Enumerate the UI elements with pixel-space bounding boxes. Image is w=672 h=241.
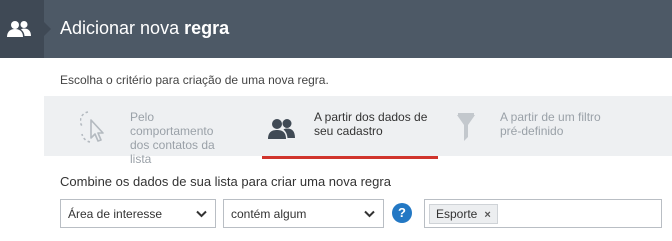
values-tag-input[interactable]: Esporte × [424,199,662,228]
tab-predefined-filter-label: A partir de um filtro pré-definido [500,110,601,138]
active-tab-indicator [262,156,438,159]
filter-icon [457,113,475,141]
page-title: Adicionar nova regra [60,18,229,39]
tag-label: Esporte [436,207,478,221]
tag-remove-icon[interactable]: × [484,209,490,221]
combine-instruction: Combine os dados de sua lista para criar… [60,174,391,189]
criteria-instruction: Escolha o critério para criação de uma n… [60,73,329,87]
page-header: Adicionar nova regra [0,0,672,58]
cursor-click-icon [80,111,104,143]
chevron-down-icon [364,210,375,218]
criteria-tabs: Pelo comportamento dos contatos da lista… [44,96,672,166]
field-select-value: Área de interesse [68,207,163,221]
users-icon [268,119,295,139]
help-icon[interactable]: ? [392,203,412,223]
tab-predefined-filter[interactable]: A partir de um filtro pré-definido [442,96,642,156]
header-icon-box [0,0,51,58]
tab-profile-data-label: A partir dos dados de seu cadastro [314,110,428,138]
page-title-bold: regra [184,18,230,38]
chevron-down-icon [196,210,207,218]
add-rule-page: Adicionar nova regra Escolha o critério … [0,0,672,241]
users-icon [7,21,31,37]
tab-profile-data[interactable]: A partir dos dados de seu cadastro [262,96,438,159]
tab-behavior-label: Pelo comportamento dos contatos da lista [130,110,215,166]
tab-behavior[interactable]: Pelo comportamento dos contatos da lista [44,96,220,166]
operator-select[interactable]: contém algum [223,199,384,228]
field-select[interactable]: Área de interesse [60,199,216,228]
tag-esporte: Esporte × [429,204,498,224]
page-title-prefix: Adicionar nova [60,18,180,38]
operator-select-value: contém algum [231,207,307,221]
